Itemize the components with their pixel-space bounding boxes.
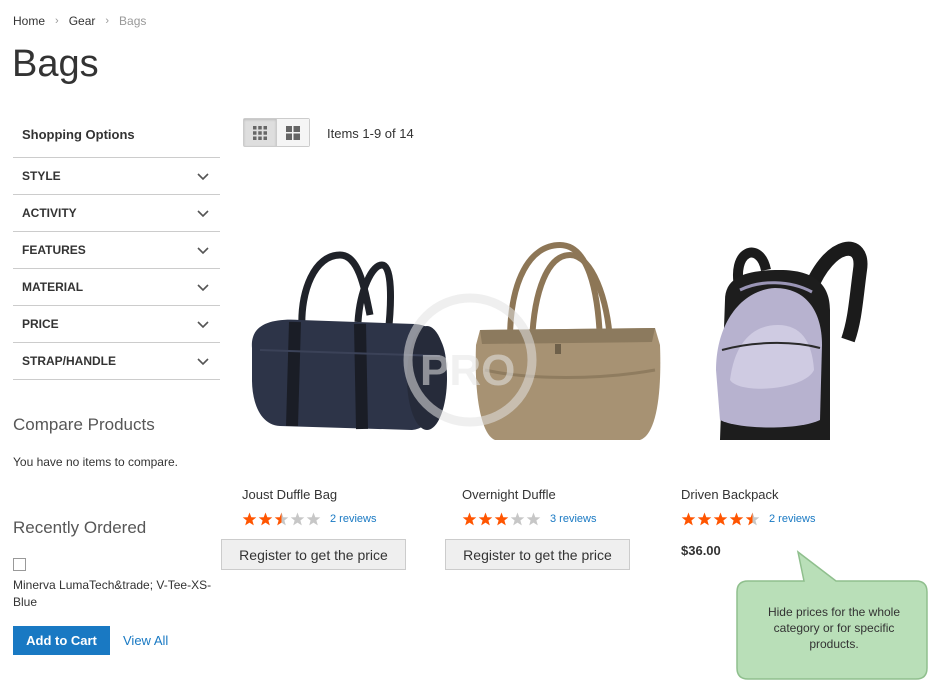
rating-stars [681,512,761,526]
filter-list: STYLE ACTIVITY FEATURES MATERIAL PRICE S… [13,157,220,380]
breadcrumb-home[interactable]: Home [13,14,45,28]
chevron-right-icon: › [55,15,59,27]
product-rating: 3 reviews [462,512,596,526]
product-rating: 2 reviews [681,512,815,526]
star-icon [258,512,273,526]
rating-stars [242,512,322,526]
star-icon [697,512,712,526]
chevron-down-icon [197,358,209,366]
recently-ordered-title: Recently Ordered [13,518,147,537]
chevron-right-icon: › [105,15,110,27]
reviews-link[interactable]: 3 reviews [550,513,596,525]
filter-label: MATERIAL [22,280,84,294]
list-icon [286,125,300,140]
product-name-overnight-duffle[interactable]: Overnight Duffle [462,487,556,502]
list-view-button[interactable] [276,119,309,146]
star-icon [713,512,728,526]
filter-label: STRAP/HANDLE [22,354,117,368]
star-icon [306,512,321,526]
star-icon [274,512,289,526]
filter-label: STYLE [22,169,61,183]
filter-label: PRICE [22,317,59,331]
view-all-link[interactable]: View All [123,633,168,648]
product-image-driven-backpack[interactable] [680,230,890,450]
product-name-joust-duffle[interactable]: Joust Duffle Bag [242,487,337,502]
filter-strap-handle[interactable]: STRAP/HANDLE [13,343,220,380]
register-price-button[interactable]: Register to get the price [445,539,630,570]
chevron-down-icon [197,173,209,181]
filter-features[interactable]: FEATURES [13,232,220,269]
chevron-down-icon [197,284,209,292]
compare-products-title: Compare Products [13,415,155,434]
star-icon [745,512,760,526]
filter-activity[interactable]: ACTIVITY [13,195,220,232]
shopping-options-title: Shopping Options [22,127,135,142]
filter-material[interactable]: MATERIAL [13,269,220,306]
svg-text:PRO: PRO [420,346,515,395]
callout-text: Hide prices for the whole category or fo… [767,605,901,651]
breadcrumb: Home › Gear › Bags [13,14,146,28]
view-mode-switcher [243,118,310,147]
reviews-link[interactable]: 2 reviews [330,513,376,525]
breadcrumb-gear[interactable]: Gear [69,14,96,28]
product-rating: 2 reviews [242,512,376,526]
page-title: Bags [12,43,99,85]
breadcrumb-current: Bags [119,14,147,28]
filter-style[interactable]: STYLE [13,158,220,195]
star-icon [478,512,493,526]
chevron-down-icon [197,210,209,218]
chevron-down-icon [197,247,209,255]
chevron-down-icon [197,321,209,329]
rating-stars [462,512,542,526]
grid-view-button[interactable] [244,119,276,146]
recent-item-name[interactable]: Minerva LumaTech&trade; V-Tee-XS-Blue [13,577,213,611]
product-price: $36.00 [681,543,721,558]
grid-icon [253,125,267,140]
watermark-logo: PRO [403,293,537,427]
star-icon [510,512,525,526]
recent-item-checkbox[interactable] [13,558,26,571]
star-icon [526,512,541,526]
filter-label: FEATURES [22,243,86,257]
star-icon [494,512,509,526]
filter-label: ACTIVITY [22,206,77,220]
star-icon [242,512,257,526]
reviews-link[interactable]: 2 reviews [769,513,815,525]
compare-empty-message: You have no items to compare. [13,455,178,469]
star-icon [290,512,305,526]
product-name-driven-backpack[interactable]: Driven Backpack [681,487,779,502]
star-icon [729,512,744,526]
toolbar-amount: Items 1-9 of 14 [327,126,414,141]
filter-price[interactable]: PRICE [13,306,220,343]
add-to-cart-button[interactable]: Add to Cart [13,626,110,655]
star-icon [462,512,477,526]
star-icon [681,512,696,526]
register-price-button[interactable]: Register to get the price [221,539,406,570]
